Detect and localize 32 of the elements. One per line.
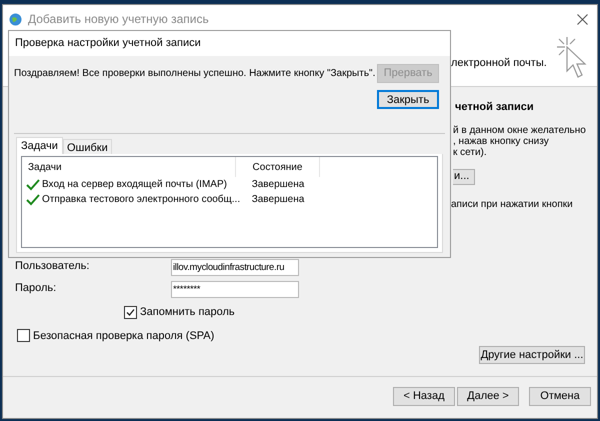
text-field[interactable]: illov.mycloudinfrastructure.ru [171, 258, 299, 276]
column-header: Состояние [236, 157, 320, 177]
checkbox-label: Безопасная проверка пароля (SPA) [33, 328, 214, 344]
status-cell-text: Завершена [250, 178, 306, 192]
globe-icon [9, 12, 22, 26]
section-heading: четной записи [455, 100, 535, 115]
dialog-button[interactable]: Закрыть [377, 90, 439, 109]
description-text: й в данном окне желательно [453, 124, 586, 136]
nav-button[interactable]: Далее > [457, 387, 519, 406]
header-text: лектронной почты. [451, 56, 548, 71]
field-label: Пароль: [15, 281, 58, 296]
nav-button[interactable]: < Назад [393, 387, 455, 406]
description-text: к сети). [453, 146, 488, 158]
window-title: Добавить новую учетную запись [28, 11, 210, 28]
field-label: Пользователь: [15, 259, 90, 274]
checkbox-label: Запомнить пароль [140, 305, 235, 320]
tab[interactable]: Задачи [16, 137, 63, 154]
checkbox[interactable] [17, 329, 30, 342]
task-cell-text: Вход на сервер входящей почты (IMAP) [42, 178, 227, 192]
test-settings-button[interactable]: и... [453, 168, 475, 184]
close-icon[interactable] [577, 14, 588, 24]
status-message: Поздравляем! Все проверки выполнены успешно. Нажмите кнопку "Закрыть". [14, 67, 376, 81]
more-settings-button[interactable]: Другие настройки ... [479, 346, 585, 364]
tab[interactable]: Ошибки [62, 139, 112, 154]
column-header: Задачи [22, 157, 236, 177]
checkbox[interactable] [124, 306, 137, 319]
nav-button[interactable]: Отмена [529, 387, 591, 406]
task-cell-text: Отправка тестового электронного сообщ... [42, 193, 240, 207]
text-field[interactable]: ******** [171, 280, 299, 298]
description-text: , нажав кнопку снизу [453, 136, 550, 146]
dialog-title: Проверка настройки учетной записи [15, 36, 201, 52]
note-text: аписи при нажатии кнопки [451, 198, 574, 212]
